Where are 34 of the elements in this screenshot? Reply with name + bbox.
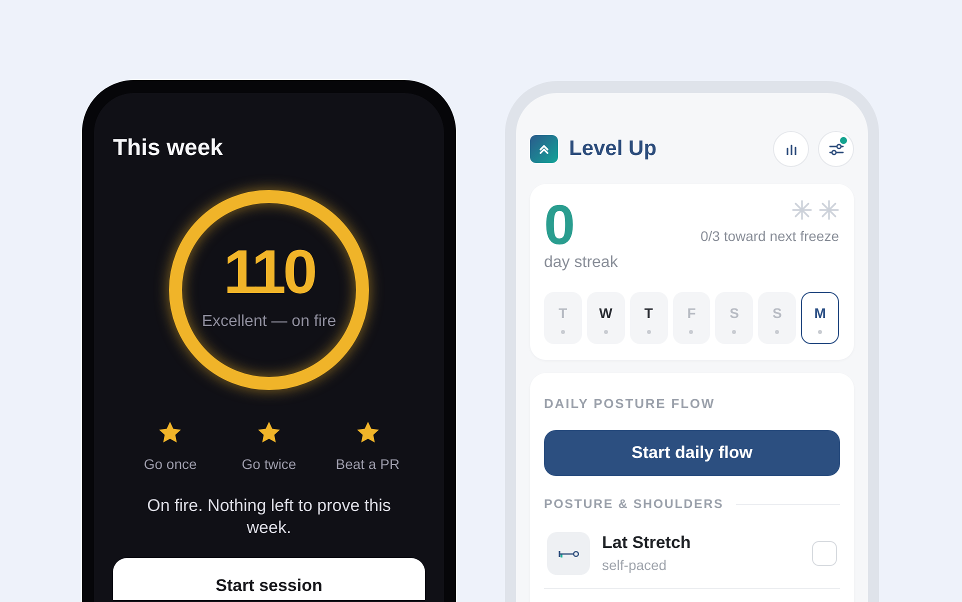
dot-icon <box>604 330 608 334</box>
freeze-progress-text: 0/3 toward next freeze <box>700 227 839 245</box>
score-value: 110 <box>223 242 315 304</box>
settings-button[interactable] <box>818 131 854 167</box>
dot-icon <box>775 330 780 334</box>
exercise-detail: self-paced <box>602 556 667 574</box>
stats-button[interactable] <box>773 131 809 167</box>
start-session-button[interactable]: Start session <box>113 558 425 600</box>
bar-chart-icon <box>786 144 796 154</box>
score-caption: Excellent — on fire <box>202 312 336 332</box>
day-tile[interactable]: M <box>801 292 839 344</box>
exercise-icon <box>547 532 590 575</box>
goal-label: Beat a PR <box>336 456 400 473</box>
section-title: This week <box>113 133 224 161</box>
app-logo-icon <box>530 135 558 163</box>
settings-icon <box>828 142 844 156</box>
section-label: POSTURE & SHOULDERS <box>544 496 724 512</box>
start-daily-flow-button[interactable]: Start daily flow <box>544 430 840 476</box>
status-message: On fire. Nothing left to prove this week. <box>146 495 392 539</box>
dot-icon <box>689 330 694 334</box>
card-heading: DAILY POSTURE FLOW <box>544 396 716 412</box>
exercise-name: Lat Stretch <box>602 533 691 553</box>
day-tile[interactable]: T <box>630 292 668 344</box>
dot-icon <box>818 330 822 334</box>
day-tile[interactable]: W <box>586 292 625 344</box>
streak-count: 0 <box>544 197 576 253</box>
app-title: Level Up <box>569 136 657 162</box>
goal-label: Go once <box>144 456 197 473</box>
checkbox[interactable] <box>812 541 837 566</box>
dot-icon <box>560 330 565 334</box>
goal-label: Go twice <box>242 456 296 473</box>
dot-icon <box>646 330 651 334</box>
dot-icon <box>732 330 736 334</box>
streak-label: day streak <box>544 253 618 273</box>
